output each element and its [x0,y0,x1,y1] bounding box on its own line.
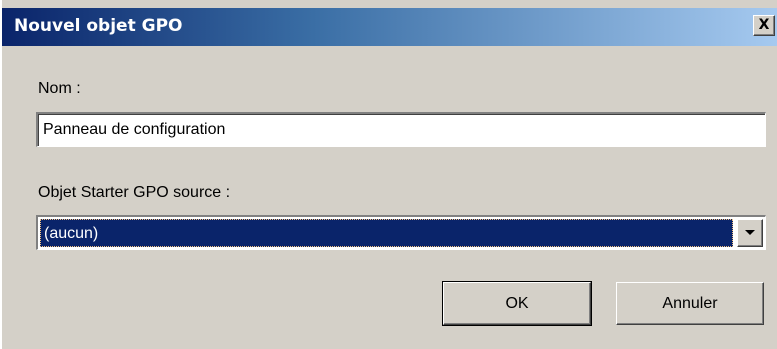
source-starter-gpo-value: (aucun) [40,219,733,247]
title-bar[interactable]: Nouvel objet GPO X [2,8,777,46]
cancel-button[interactable]: Annuler [616,282,764,325]
close-icon: X [758,17,770,33]
dialog-title: Nouvel objet GPO [14,16,183,36]
chevron-down-icon [745,230,755,235]
name-label: Nom : [38,80,81,97]
name-input[interactable]: Panneau de configuration [36,112,766,147]
close-button[interactable]: X [753,15,775,36]
new-gpo-dialog: Nouvel objet GPO X Nom : Panneau de conf… [0,0,777,349]
ok-button[interactable]: OK [442,281,592,326]
dropdown-button[interactable] [737,219,763,247]
source-starter-gpo-select[interactable]: (aucun) [36,215,766,250]
source-starter-gpo-label: Objet Starter GPO source : [38,184,231,201]
